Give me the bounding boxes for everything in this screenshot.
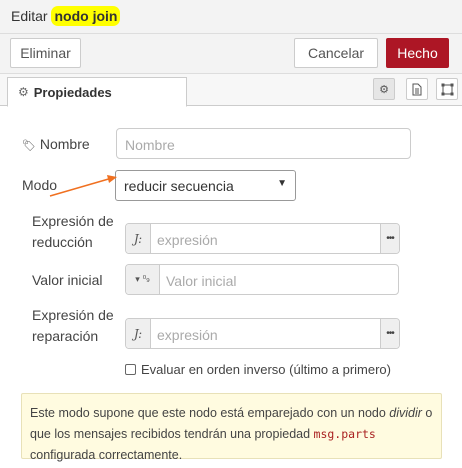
dialog-toolbar: Eliminar Cancelar Hecho	[0, 34, 462, 74]
reduce-expression-field[interactable]: J: expresión •••	[125, 223, 400, 254]
expand-editor-button[interactable]: •••	[380, 224, 399, 253]
initial-value-field[interactable]: ▾ ⁰₉ Valor inicial	[125, 264, 399, 295]
fixup-expression-field[interactable]: J: expresión •••	[125, 318, 400, 349]
title-node-name: nodo join	[51, 6, 121, 26]
cancel-button[interactable]: Cancelar	[294, 38, 378, 68]
tab-properties[interactable]: ⚙ Propiedades	[7, 77, 187, 107]
initial-placeholder: Valor inicial	[166, 273, 237, 289]
info-tip: Este modo supone que este nodo está empa…	[21, 393, 442, 462]
fixup-placeholder: expresión	[157, 327, 218, 343]
done-button[interactable]: Hecho	[386, 38, 449, 68]
tip-code: msg.parts	[313, 427, 376, 441]
reduce-placeholder: expresión	[157, 232, 218, 248]
name-label-row: 🏷 Nombre	[22, 136, 90, 152]
tag-icon: 🏷	[22, 140, 36, 152]
reverse-order-checkbox[interactable]	[125, 364, 136, 375]
dialog-title: Editar nodo join	[11, 6, 121, 26]
tip-text-1: Este modo supone que este nodo está empa…	[30, 406, 390, 420]
expand-editor-button[interactable]: •••	[380, 319, 399, 348]
title-prefix: Editar	[11, 8, 48, 24]
name-field[interactable]: Nombre	[116, 128, 411, 159]
tab-settings-icon[interactable]: ⚙	[373, 78, 395, 100]
reverse-order-row: Evaluar en orden inverso (último a prime…	[125, 362, 391, 377]
jsonata-icon[interactable]: J:	[126, 319, 151, 348]
tab-appearance-icon[interactable]	[436, 78, 458, 100]
gear-icon: ⚙	[18, 85, 29, 99]
mode-label: Modo	[22, 177, 58, 193]
reduce-label: Expresión de reducción	[32, 213, 114, 250]
reverse-order-label: Evaluar en orden inverso (último a prime…	[141, 362, 391, 377]
mode-select[interactable]: reducir secuencia ▼	[115, 170, 296, 201]
tab-description-icon[interactable]	[406, 78, 428, 100]
dialog-titlebar: Editar nodo join	[0, 0, 462, 34]
number-type-icon[interactable]: ▾ ⁰₉	[126, 265, 160, 294]
name-placeholder: Nombre	[125, 137, 175, 153]
delete-button[interactable]: Eliminar	[10, 38, 81, 68]
tip-text-3: configurada correctamente.	[30, 448, 183, 462]
tab-properties-label: Propiedades	[33, 84, 112, 100]
name-label: Nombre	[39, 136, 90, 152]
jsonata-icon[interactable]: J:	[126, 224, 151, 253]
chevron-down-icon: ▼	[277, 178, 287, 189]
mode-select-value: reducir secuencia	[124, 178, 234, 194]
initial-label: Valor inicial	[32, 272, 103, 288]
tip-text-emphasis: dividir	[389, 406, 422, 420]
fixup-label: Expresión de reparación	[32, 307, 114, 344]
